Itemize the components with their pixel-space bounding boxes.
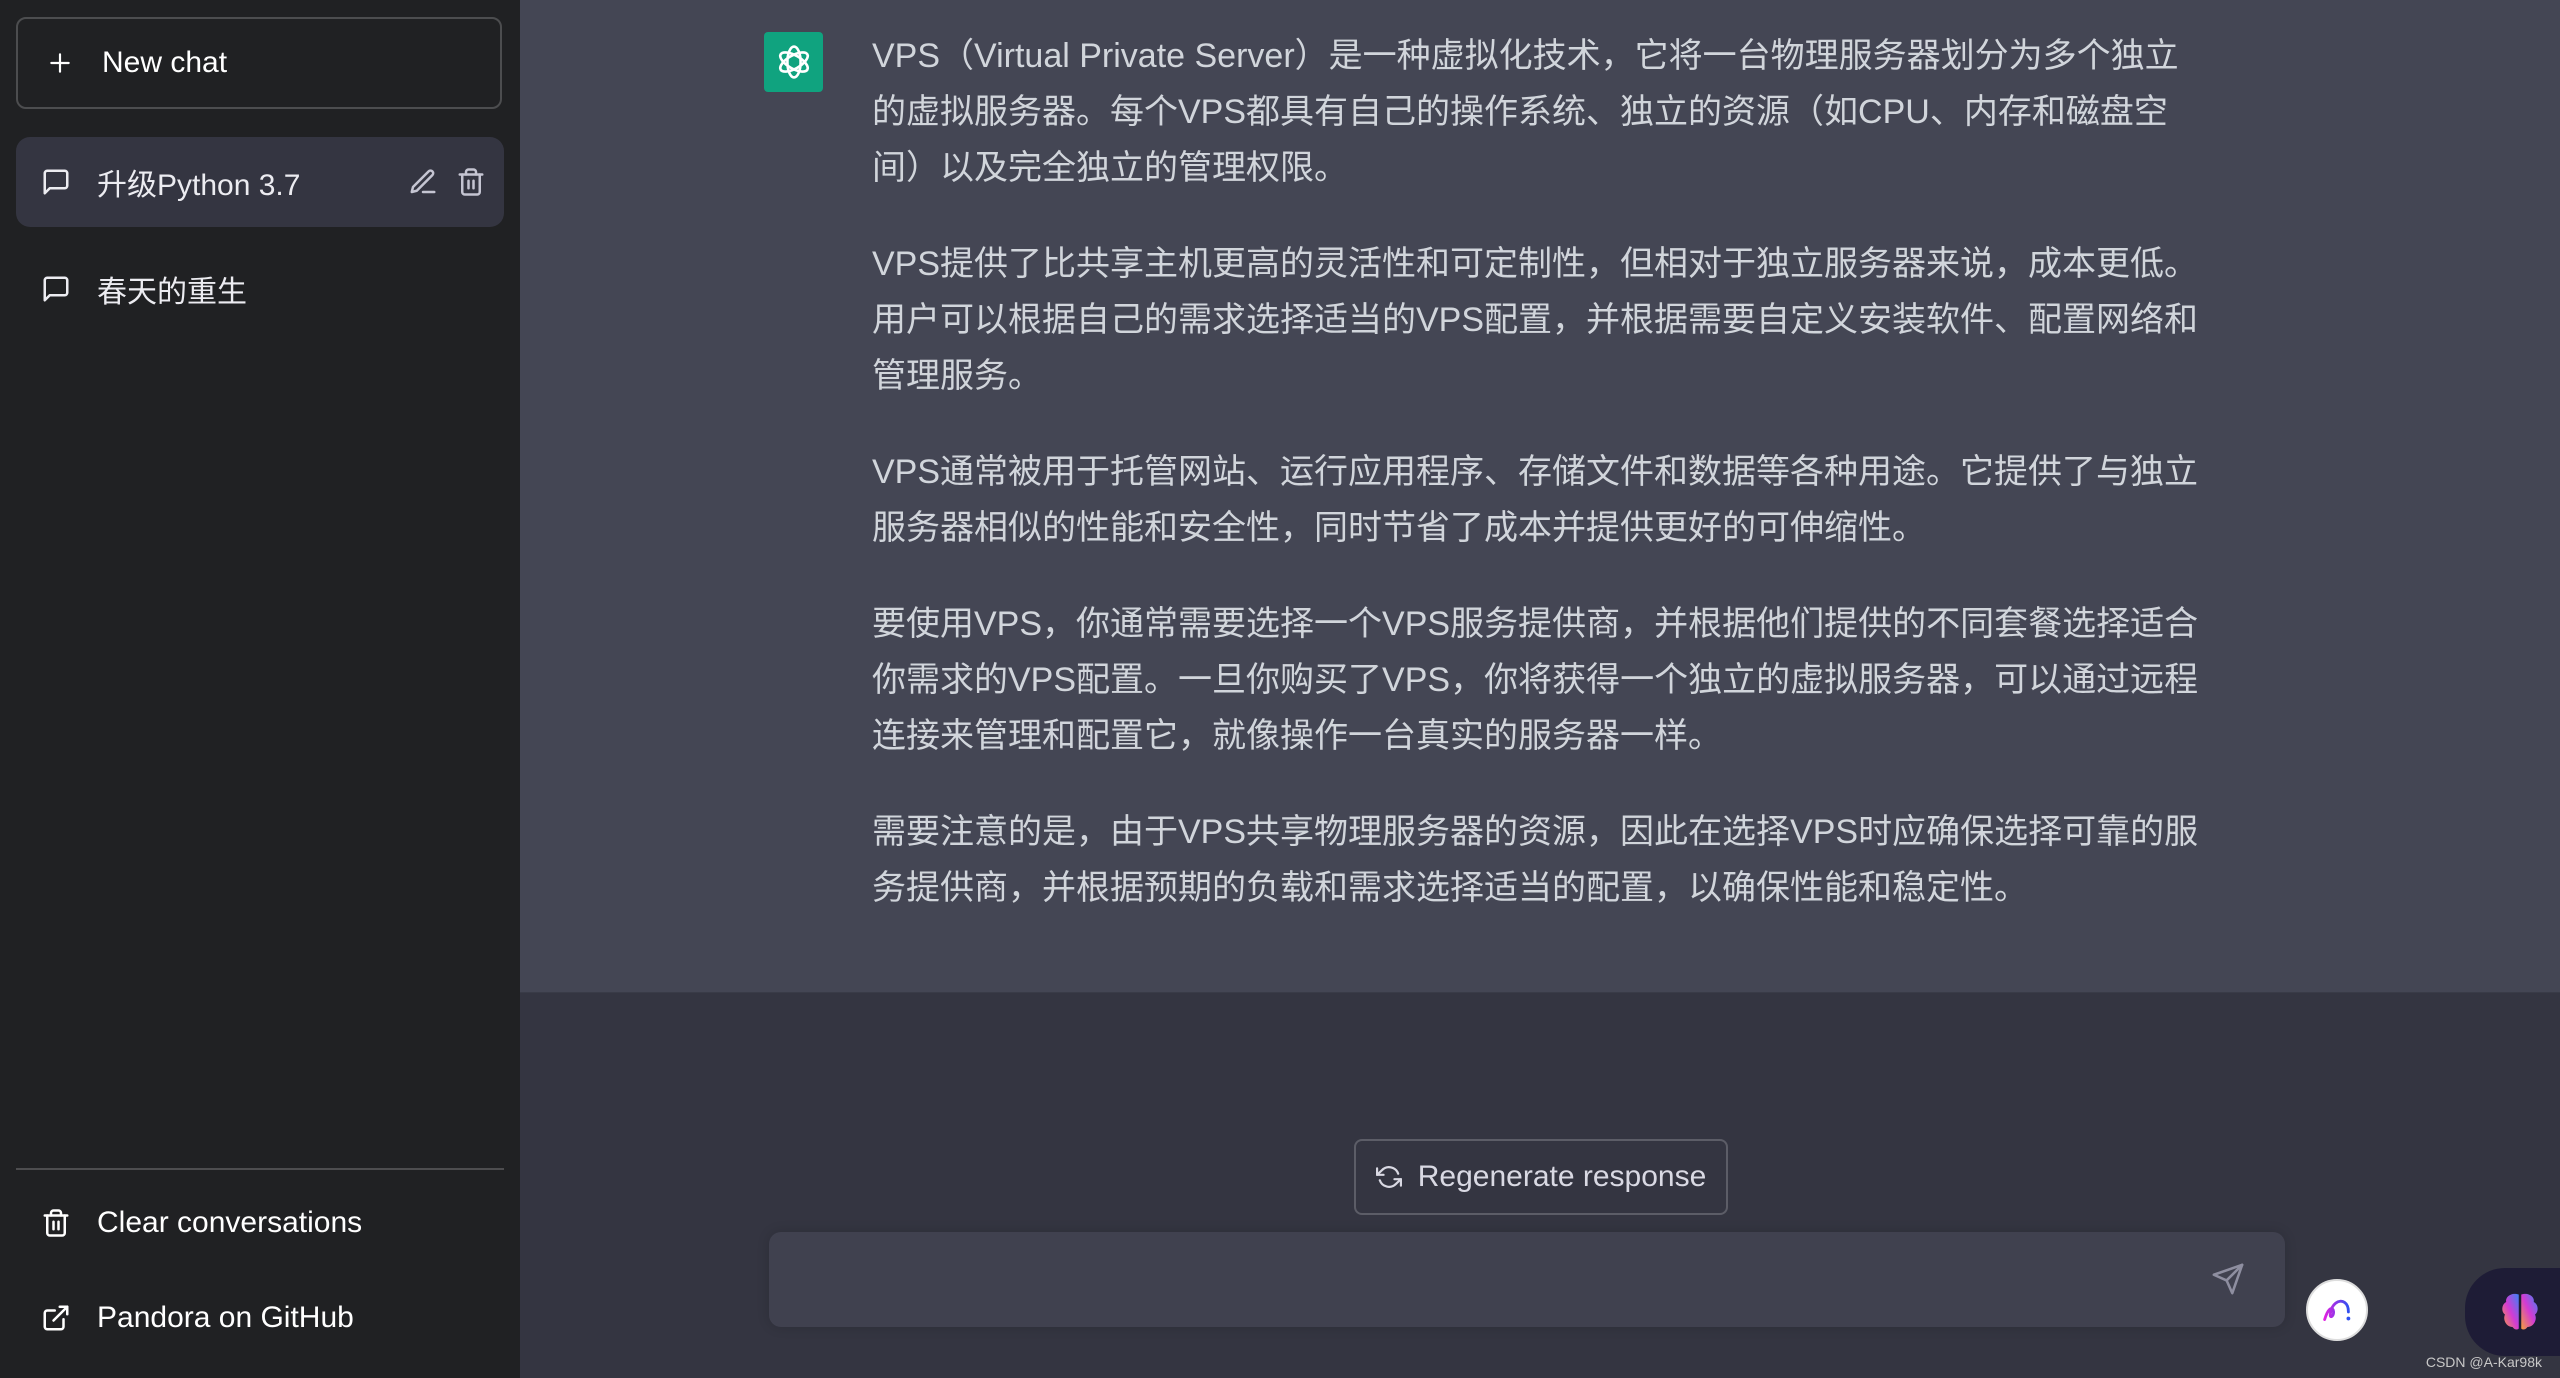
clear-conversations-button[interactable]: Clear conversations [16, 1183, 504, 1263]
message-paragraph: 要使用VPS，你通常需要选择一个VPS服务提供商，并根据他们提供的不同套餐选择适… [872, 605, 2199, 755]
sidebar: New chat 升级Python 3.7 春天的重生 Clear conver… [0, 0, 520, 1378]
sidebar-divider [16, 1168, 504, 1170]
conversation-item[interactable]: 春天的重生 [16, 244, 504, 334]
message-paragraph: VPS通常被用于托管网站、运行应用程序、存储文件和数据等各种用途。它提供了与独立… [872, 453, 2199, 547]
new-chat-label: New chat [102, 46, 228, 79]
trash-icon[interactable] [456, 167, 486, 197]
trash-icon [41, 1208, 71, 1238]
new-chat-button[interactable]: New chat [16, 17, 502, 109]
github-link-label: Pandora on GitHub [97, 1301, 354, 1334]
main-panel: VPS（Virtual Private Server）是一种虚拟化技术，它将一台… [520, 0, 2560, 1378]
send-icon[interactable] [2211, 1262, 2245, 1296]
external-link-icon [41, 1303, 71, 1333]
conversation-item-active[interactable]: 升级Python 3.7 [16, 137, 504, 227]
watermark: CSDN @A-Kar98k [2425, 1354, 2542, 1370]
brain-extension-widget[interactable] [2465, 1268, 2560, 1356]
prompt-input[interactable] [793, 1254, 2197, 1308]
conversation-title: 春天的重生 [97, 276, 247, 309]
message-paragraph: VPS（Virtual Private Server）是一种虚拟化技术，它将一台… [872, 37, 2179, 187]
github-link[interactable]: Pandora on GitHub [16, 1278, 504, 1358]
chatgpt-logo-icon [764, 32, 823, 92]
refresh-icon [1375, 1164, 1402, 1190]
assistant-message: VPS（Virtual Private Server）是一种虚拟化技术，它将一台… [520, 0, 2560, 993]
scribble-logo-icon [2323, 1299, 2351, 1321]
chat-bubble-icon [41, 274, 71, 304]
edit-pencil-icon[interactable] [408, 167, 438, 197]
conversation-title: 升级Python 3.7 [97, 169, 301, 202]
plus-icon [47, 50, 73, 76]
message-content: VPS（Virtual Private Server）是一种虚拟化技术，它将一台… [872, 28, 2212, 956]
message-paragraph: 需要注意的是，由于VPS共享物理服务器的资源，因此在选择VPS时应确保选择可靠的… [872, 813, 2199, 907]
regenerate-response-button[interactable]: Regenerate response [1354, 1139, 1728, 1215]
message-paragraph: VPS提供了比共享主机更高的灵活性和可定制性，但相对于独立服务器来说，成本更低。… [872, 245, 2199, 395]
regenerate-label: Regenerate response [1417, 1160, 1707, 1193]
clear-conversations-label: Clear conversations [97, 1206, 363, 1239]
chat-bubble-icon [41, 167, 71, 197]
brain-icon [2502, 1293, 2538, 1330]
extension-floating-button[interactable] [2306, 1279, 2368, 1341]
prompt-input-box [769, 1232, 2285, 1327]
conversation-actions [408, 167, 486, 197]
